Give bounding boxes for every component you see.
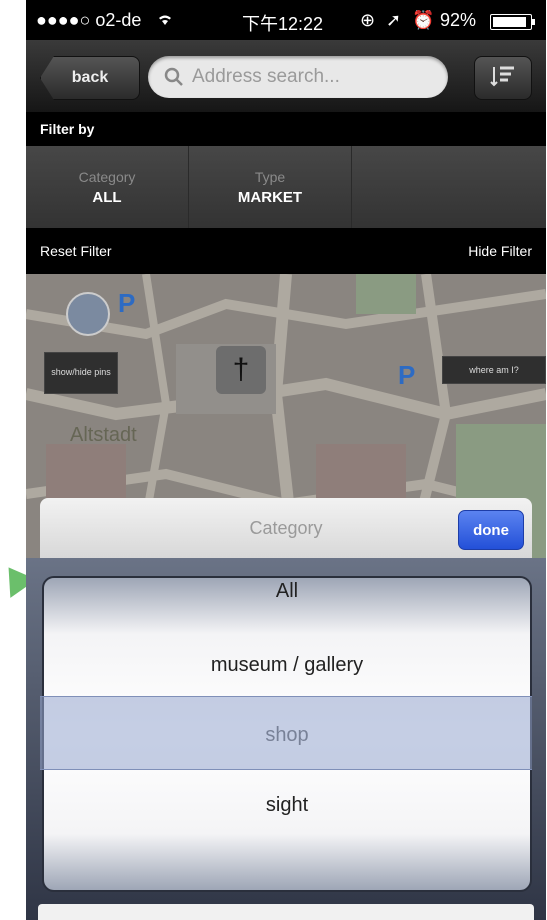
picker-selection-indicator: [40, 696, 532, 770]
where-am-i-button[interactable]: where am I?: [442, 356, 546, 384]
navigation-bar: back Address search...: [26, 40, 546, 112]
search-placeholder: Address search...: [192, 66, 340, 87]
filter-header: Filter by: [26, 112, 546, 146]
type-filter-cell[interactable]: Type MARKET: [189, 146, 352, 228]
district-label: Altstadt: [70, 424, 137, 446]
back-button[interactable]: back: [40, 56, 140, 100]
pin-toggle-icon[interactable]: [66, 292, 110, 336]
parking-icon: P: [118, 288, 136, 318]
back-button-label: back: [71, 69, 109, 86]
sort-button[interactable]: [474, 56, 532, 100]
status-bar: ●●●●○ o2-de 下午12:22 ⊕ ➚ ⏰ 92%: [26, 0, 546, 40]
filter-actions: Reset Filter Hide Filter: [26, 228, 546, 274]
clock: 下午12:22: [242, 14, 324, 34]
category-filter-label: Category: [78, 168, 136, 185]
location-icon: ➚: [386, 10, 402, 30]
alarm-icon: ⏰: [412, 10, 435, 30]
type-filter-label: Type: [254, 168, 286, 185]
picker-option-museum-gallery[interactable]: museum / gallery: [44, 654, 530, 677]
empty-filter-cell: [352, 146, 546, 228]
reset-filter-button[interactable]: Reset Filter: [40, 243, 112, 259]
picker-option-sight[interactable]: sight: [44, 794, 530, 817]
filter-title: Filter by: [40, 121, 95, 137]
picker-option-all[interactable]: All: [44, 580, 530, 603]
parking-icon: P: [398, 360, 416, 390]
church-icon: †: [216, 346, 266, 394]
battery-percent: 92%: [440, 10, 477, 30]
type-filter-value: MARKET: [237, 188, 303, 206]
lock-rotation-icon: ⊕: [360, 10, 376, 30]
hide-filter-button[interactable]: Hide Filter: [468, 243, 532, 259]
search-icon: [164, 67, 184, 87]
sort-icon: [490, 65, 516, 92]
bottom-field: [38, 904, 534, 920]
wifi-icon: [156, 10, 174, 31]
category-filter-value: ALL: [92, 188, 122, 206]
category-filter-cell[interactable]: Category ALL: [26, 146, 189, 228]
picker-toolbar: Category done: [40, 498, 532, 558]
phone-screen: ●●●●○ o2-de 下午12:22 ⊕ ➚ ⏰ 92% back Addre…: [26, 0, 546, 920]
battery-fill: [493, 17, 526, 27]
done-button[interactable]: done: [458, 510, 524, 550]
battery-icon: [490, 14, 535, 30]
carrier-label: ●●●●○ o2-de: [36, 10, 142, 30]
address-search-field[interactable]: Address search...: [148, 56, 448, 98]
show-hide-pins-button[interactable]: show/hide pins: [44, 352, 118, 394]
filter-cells: Category ALL Type MARKET: [26, 146, 546, 228]
